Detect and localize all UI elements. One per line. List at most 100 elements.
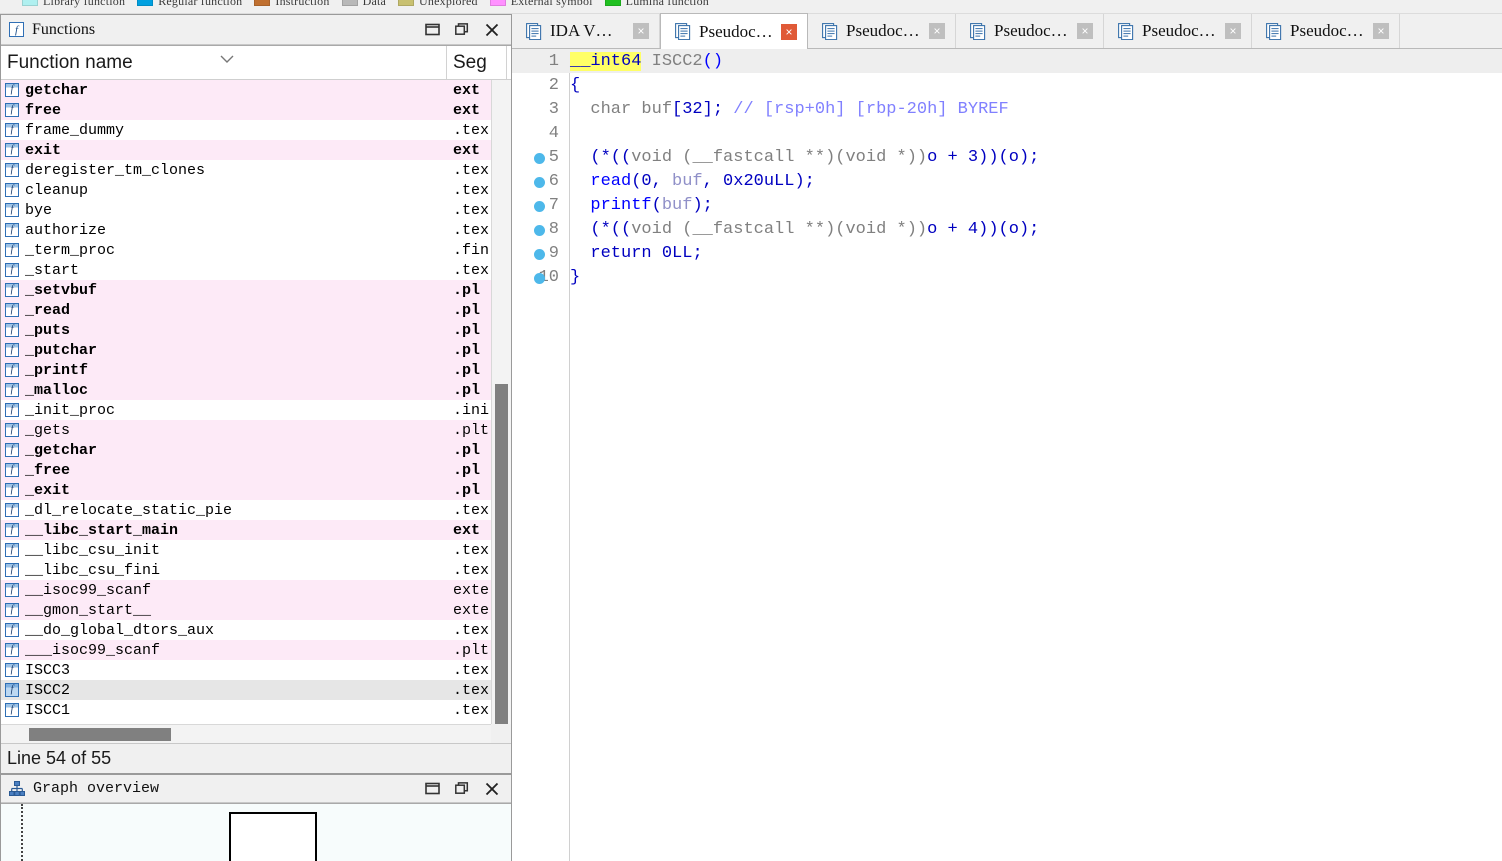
graph-overview-viewport-rect[interactable] [229,812,317,861]
pseudocode-line[interactable]: 2{ [512,73,1502,97]
functions-vertical-scrollbar[interactable] [491,80,511,730]
function-list-row[interactable]: f authorize .tex [1,220,511,240]
function-list-row[interactable]: f __gmon_start__ exte [1,600,511,620]
function-list-row[interactable]: f cleanup .tex [1,180,511,200]
code-token: buf [661,195,693,215]
code-token: o [927,219,938,239]
function-list-row[interactable]: f __libc_start_main ext [1,520,511,540]
legend-item-label: Regular function [158,0,243,8]
breakpoint-dot-icon[interactable] [534,225,545,236]
pseudocode-line[interactable]: 9 return 0LL; [512,241,1502,265]
function-list-row[interactable]: f getchar ext [1,80,511,100]
functions-vertical-scrollbar-thumb[interactable] [495,384,508,730]
code-token: ( [651,195,662,215]
pseudocode-view[interactable]: 1 __int64 ISCC2() 2{3 char buf[32]; // [rs… [512,49,1502,861]
code-token: **)( [794,219,846,239]
function-name-cell: _term_proc [25,241,116,259]
function-f-icon: f [5,463,19,477]
breakpoint-dot-icon[interactable] [534,177,545,188]
function-list-row[interactable]: f _term_proc .fin [1,240,511,260]
pseudocode-line[interactable]: 4 [512,121,1502,145]
column-header-segment[interactable]: Seg [447,46,507,79]
close-icon[interactable] [483,21,501,39]
breakpoint-dot-icon[interactable] [534,249,545,260]
function-f-icon: f [5,103,19,117]
code-token: 32 [682,99,703,119]
tab-close-icon[interactable]: × [929,23,945,39]
code-token: ( [631,171,642,191]
pseudocode-line[interactable]: 1 __int64 ISCC2() [512,49,1502,73]
function-list-row[interactable]: f _setvbuf .pl [1,280,511,300]
function-list-row[interactable]: f ISCC2 .tex [1,680,511,700]
close-icon[interactable] [483,780,501,798]
function-list-row[interactable]: f _putchar .pl [1,340,511,360]
function-f-icon: f [5,363,19,377]
function-list-row[interactable]: f exit ext [1,140,511,160]
document-tab[interactable]: Pseudoc… × [1252,14,1400,48]
maximize-button[interactable] [453,780,471,798]
pseudocode-line[interactable]: 3 char buf[32]; // [rsp+0h] [rbp-20h] BY… [512,97,1502,121]
code-token: **)( [794,147,846,167]
function-list-row[interactable]: f _exit .pl [1,480,511,500]
function-name-cell: ISCC2 [25,681,71,699]
code-token: (*(( [590,219,632,239]
functions-horizontal-scrollbar[interactable] [1,724,491,743]
graph-overview-canvas[interactable] [1,803,511,861]
pseudocode-lines[interactable]: 1 __int64 ISCC2() 2{3 char buf[32]; // [rs… [512,49,1502,289]
function-list-row[interactable]: f frame_dummy .tex [1,120,511,140]
pseudocode-line[interactable]: 10} [512,265,1502,289]
function-list-row[interactable]: f _malloc .pl [1,380,511,400]
function-list-row[interactable]: f _puts .pl [1,320,511,340]
pseudocode-line[interactable]: 7 printf(buf); [512,193,1502,217]
function-list-row[interactable]: f _getchar .pl [1,440,511,460]
function-name-cell: __gmon_start__ [25,601,152,619]
function-list-row[interactable]: f __libc_csu_init .tex [1,540,511,560]
breakpoint-dot-icon[interactable] [534,201,545,212]
function-list-row[interactable]: f _read .pl [1,300,511,320]
column-header-function-name[interactable]: Function name [1,46,447,79]
code-token: , [702,171,724,191]
functions-horizontal-scrollbar-thumb[interactable] [29,728,171,741]
function-list-row[interactable]: f bye .tex [1,200,511,220]
function-list-row[interactable]: f ___isoc99_scanf .plt [1,640,511,660]
function-f-icon: f [5,483,19,497]
function-list-row[interactable]: f _dl_relocate_static_pie .tex [1,500,511,520]
document-tab[interactable]: IDA V… × [512,14,660,48]
function-list-row[interactable]: f free ext [1,100,511,120]
document-tab[interactable]: Pseudoc… × [808,14,956,48]
function-list-row[interactable]: f deregister_tm_clones .tex [1,160,511,180]
tab-close-icon[interactable]: × [1373,23,1389,39]
breakpoint-dot-icon[interactable] [534,153,545,164]
maximize-button[interactable] [453,21,471,39]
pseudocode-line[interactable]: 8 (*((void (__fastcall **)(void *))o + 4… [512,217,1502,241]
function-list-row[interactable]: f _start .tex [1,260,511,280]
code-token: __int64 [570,51,642,71]
function-f-icon: f [5,83,19,97]
restore-button[interactable] [423,780,441,798]
breakpoint-dot-icon[interactable] [534,273,545,284]
tab-close-icon[interactable]: × [1077,23,1093,39]
function-list-row[interactable]: f _printf .pl [1,360,511,380]
pseudocode-line[interactable]: 5 (*((void (__fastcall **)(void *))o + 3… [512,145,1502,169]
function-list-row[interactable]: f _free .pl [1,460,511,480]
document-tab[interactable]: Pseudoc… × [660,13,808,49]
tab-close-icon[interactable]: × [781,23,797,40]
functions-row-container[interactable]: f getchar ext f free ext f frame_dummy .tex f exit… [1,80,511,743]
function-list-row[interactable]: f __libc_csu_fini .tex [1,560,511,580]
function-list-row[interactable]: f _init_proc .ini [1,400,511,420]
function-list-row[interactable]: f ISCC1 .tex [1,700,511,720]
restore-button[interactable] [423,21,441,39]
function-list-row[interactable]: f __do_global_dtors_aux .tex [1,620,511,640]
tab-close-icon[interactable]: × [1225,23,1241,39]
function-list-row[interactable]: f ISCC3 .tex [1,660,511,680]
tab-close-icon[interactable]: × [633,23,649,39]
function-f-icon: f [5,423,19,437]
function-list-row[interactable]: f __isoc99_scanf exte [1,580,511,600]
pseudocode-line[interactable]: 6 read(0, buf, 0x20uLL); [512,169,1502,193]
document-tab[interactable]: Pseudoc… × [1104,14,1252,48]
document-tab[interactable]: Pseudoc… × [956,14,1104,48]
function-list-row[interactable]: f _gets .plt [1,420,511,440]
graph-overview-titlebar: Graph overview [1,775,511,803]
